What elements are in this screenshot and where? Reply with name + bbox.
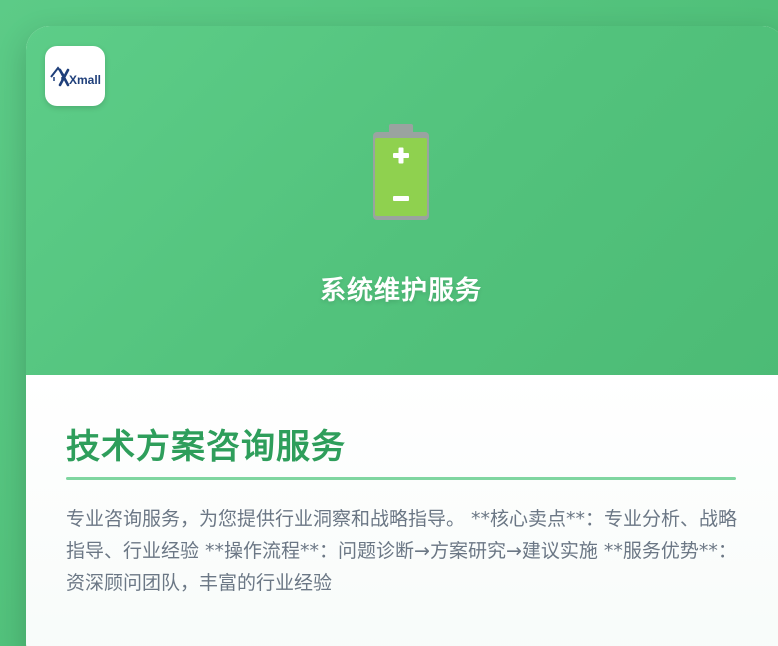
title-divider [66,477,736,480]
service-card: Xmall 系统维护服务 技术方案咨询服务 专业咨询服务，为您提供行业洞察和战略… [26,26,778,646]
battery-icon [373,124,429,220]
brand-logo[interactable]: Xmall [45,46,105,106]
svg-text:Xmall: Xmall [69,73,101,87]
hero-banner: Xmall 系统维护服务 [26,26,778,375]
service-description: 专业咨询服务，为您提供行业洞察和战略指导。 **核心卖点**：专业分析、战略指导… [66,508,738,594]
service-title: 技术方案咨询服务 [66,427,346,467]
xmall-logo-icon: Xmall [50,66,101,87]
hero-title: 系统维护服务 [319,276,482,306]
content-section: 技术方案咨询服务 专业咨询服务，为您提供行业洞察和战略指导。 **核心卖点**：… [26,375,778,646]
